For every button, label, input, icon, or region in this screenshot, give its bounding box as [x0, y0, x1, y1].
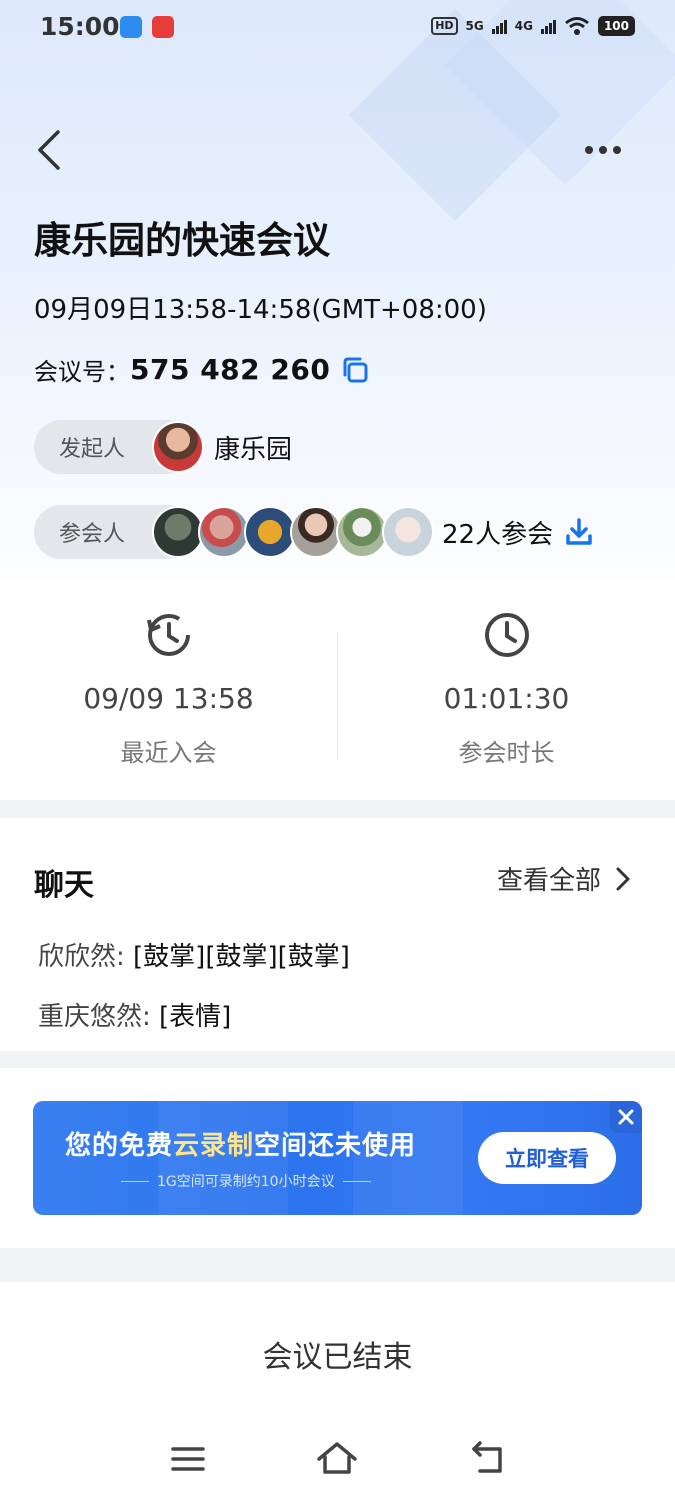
banner-text-b: 空间还未使用: [254, 1131, 417, 1161]
history-clock-icon: [146, 614, 190, 656]
back-return-icon: [472, 1441, 502, 1473]
meeting-ended-status: 会议已结束: [262, 1340, 413, 1375]
chat-message[interactable]: 欣欣然: [鼓掌][鼓掌][鼓掌]: [38, 936, 350, 973]
wifi-icon: [564, 17, 589, 35]
bottom-area: 会议已结束: [0, 1282, 675, 1500]
banner-text-highlight: 云录制: [173, 1131, 255, 1161]
host-row: 发起人 康乐园: [34, 420, 292, 474]
chevron-right-icon: [616, 867, 630, 890]
battery-icon: 100: [597, 16, 635, 36]
chevron-left-icon: [38, 130, 60, 170]
stat-value: 01:01:30: [443, 682, 570, 715]
chat-text: [鼓掌][鼓掌][鼓掌]: [133, 942, 350, 972]
chat-title-text: 聊天: [34, 868, 94, 903]
chat-sender: 欣欣然:: [38, 942, 125, 972]
stat-last-join: 09/09 13:58 最近入会: [0, 610, 337, 768]
system-nav-bar: [0, 1427, 675, 1487]
meeting-id-label: 会议号：: [34, 358, 130, 386]
participant-avatar[interactable]: [382, 506, 434, 558]
more-dots-icon: [585, 146, 621, 154]
hd-icon: HD: [431, 17, 458, 35]
participant-avatar[interactable]: [336, 506, 388, 558]
participants-row[interactable]: 参会人 22人参会: [34, 505, 595, 559]
banner-sub-text: 1G空间可录制约10小时会议: [157, 1174, 335, 1190]
meeting-time-range: 09月09日13:58-14:58(GMT+08:00): [34, 295, 487, 325]
participant-avatars[interactable]: [152, 506, 434, 558]
participant-avatar[interactable]: [244, 506, 296, 558]
close-banner-button[interactable]: [610, 1101, 642, 1133]
stat-label: 参会时长: [458, 739, 555, 767]
nav-home-button[interactable]: [315, 1439, 359, 1479]
banner-subtitle: 1G空间可录制约10小时会议: [113, 1171, 379, 1191]
view-all-button[interactable]: 查看全部: [497, 860, 635, 897]
banner-title: 您的免费云录制空间还未使用: [65, 1125, 416, 1162]
chat-sender: 重庆悠然:: [38, 1002, 151, 1032]
meeting-stats: 09/09 13:58 最近入会 01:01:30 参会时长: [0, 580, 675, 800]
stat-duration: 01:01:30 参会时长: [338, 610, 675, 768]
close-icon: [618, 1109, 634, 1125]
clock-icon: [484, 613, 529, 657]
participant-avatar[interactable]: [290, 506, 342, 558]
participant-avatar[interactable]: [198, 506, 250, 558]
status-time: 15:00: [40, 12, 120, 41]
network-label: 5G: [465, 19, 484, 33]
network-label-2: 4G: [514, 19, 533, 33]
banner-text-a: 您的免费: [65, 1131, 174, 1161]
signal-icon: [491, 18, 507, 34]
status-bar: 15:00 HD 5G 4G 100: [0, 0, 675, 58]
view-now-button[interactable]: 立即查看: [478, 1132, 616, 1184]
more-button[interactable]: [580, 135, 630, 165]
app-notification-icon: [152, 16, 174, 38]
menu-icon: [171, 1447, 205, 1471]
meeting-id: 575 482 260: [130, 353, 331, 386]
copy-icon[interactable]: [340, 355, 370, 385]
chat-section: 聊天 查看全部 欣欣然: [鼓掌][鼓掌][鼓掌] 重庆悠然: [表情]: [0, 818, 675, 1051]
cloud-recording-banner[interactable]: 您的免费云录制空间还未使用 1G空间可录制约10小时会议 立即查看: [33, 1101, 642, 1215]
meeting-title: 康乐园的快速会议: [34, 219, 330, 262]
stat-value: 09/09 13:58: [83, 682, 254, 715]
chat-message[interactable]: 重庆悠然: [表情]: [38, 996, 231, 1033]
participant-avatar[interactable]: [152, 506, 204, 558]
participants-count: 22人参会: [442, 519, 554, 550]
chat-title: 聊天: [34, 860, 94, 906]
nav-back-button[interactable]: [466, 1439, 510, 1479]
view-all-label: 查看全部: [496, 866, 601, 896]
stat-label: 最近入会: [120, 739, 217, 767]
home-icon: [317, 1442, 357, 1474]
host-avatar[interactable]: [152, 421, 204, 473]
app-notification-icon: [120, 16, 142, 38]
status-icons: HD 5G 4G 100: [431, 16, 635, 36]
signal-icon: [540, 18, 556, 34]
line: [121, 1180, 149, 1182]
host-name: 康乐园: [214, 434, 293, 465]
nav-menu-button[interactable]: [166, 1439, 210, 1479]
meeting-id-row: 会议号： 575 482 260: [34, 352, 370, 387]
promo-section: 您的免费云录制空间还未使用 1G空间可录制约10小时会议 立即查看: [0, 1068, 675, 1248]
download-icon[interactable]: [563, 516, 595, 548]
chat-text: [表情]: [159, 1002, 232, 1032]
back-button[interactable]: [30, 128, 70, 172]
line: [342, 1180, 371, 1182]
